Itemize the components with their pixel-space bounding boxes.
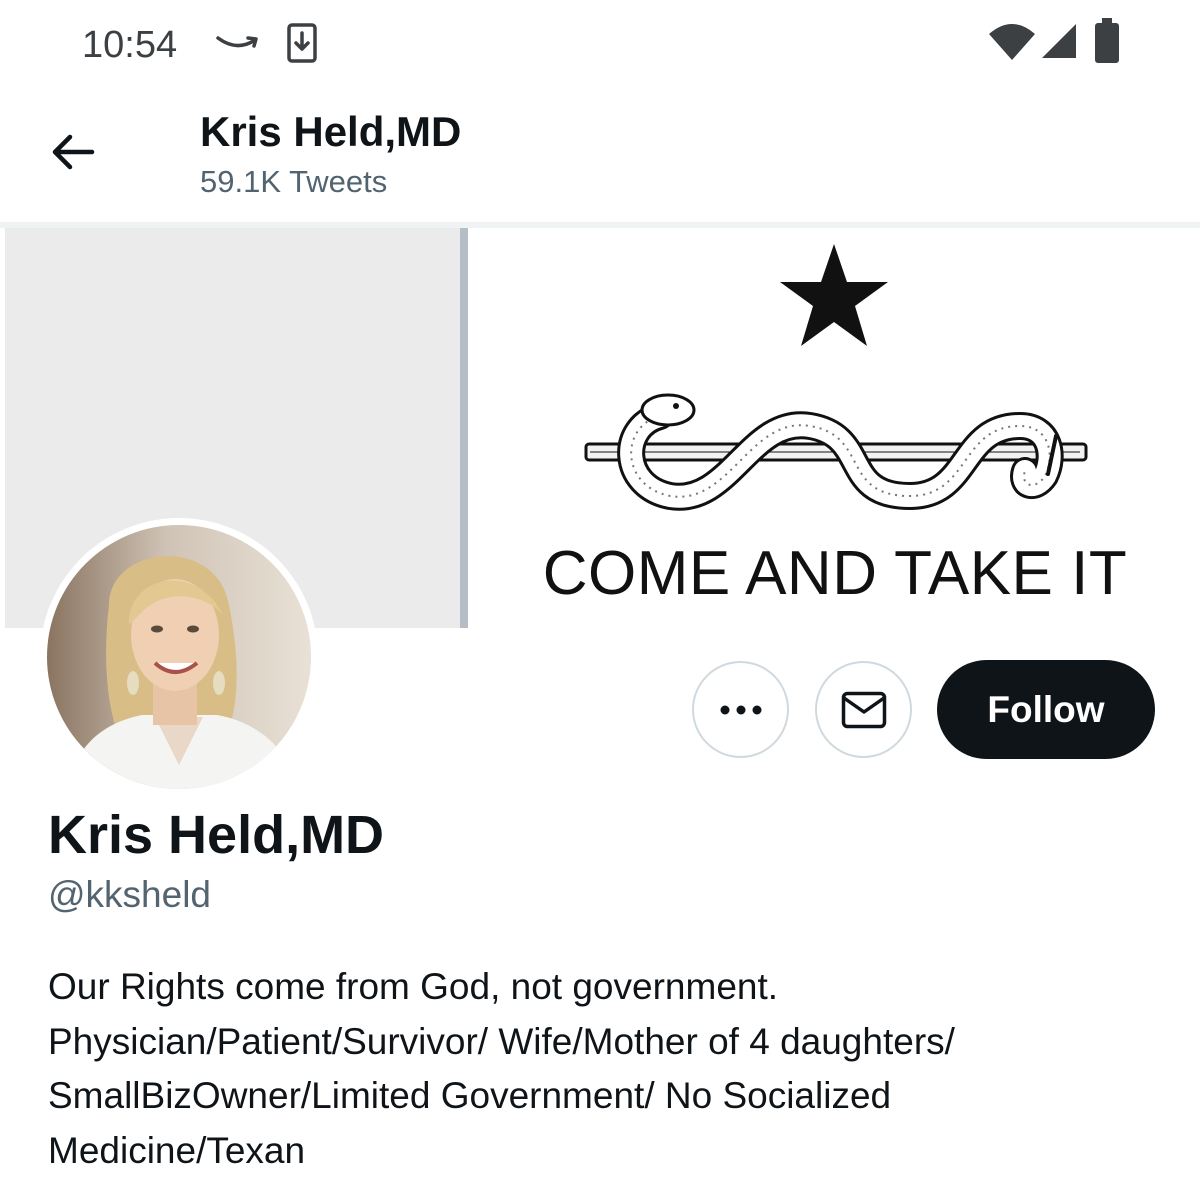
more-options-button[interactable] bbox=[692, 661, 789, 758]
back-arrow-icon bbox=[52, 134, 95, 170]
download-icon bbox=[287, 23, 317, 63]
signal-icon bbox=[1042, 24, 1076, 58]
message-button[interactable] bbox=[815, 661, 912, 758]
status-bar: 10:54 bbox=[0, 0, 1200, 90]
profile-header-bar: Kris Held,MD 59.1K Tweets bbox=[0, 90, 1200, 228]
back-button[interactable] bbox=[46, 124, 102, 180]
snake-staff-icon bbox=[584, 393, 1088, 511]
tweet-count: 59.1K Tweets bbox=[200, 164, 388, 199]
battery-icon bbox=[1095, 18, 1119, 63]
profile-bio: Our Rights come from God, not government… bbox=[48, 960, 1158, 1178]
header-title: Kris Held,MD bbox=[200, 108, 462, 155]
amazon-icon bbox=[216, 36, 258, 48]
profile-name: Kris Held,MD bbox=[48, 805, 385, 865]
bio-line: Medicine/Texan bbox=[48, 1129, 306, 1171]
avatar[interactable] bbox=[40, 518, 318, 796]
status-time: 10:54 bbox=[82, 24, 178, 66]
more-horizontal-icon bbox=[720, 705, 761, 714]
profile-handle: @kksheld bbox=[48, 874, 212, 915]
wifi-icon bbox=[989, 24, 1035, 60]
bio-line: Our Rights come from God, not government… bbox=[48, 966, 779, 1007]
mail-icon bbox=[841, 691, 886, 728]
profile-photo bbox=[47, 525, 311, 789]
star-icon bbox=[780, 244, 888, 346]
follow-button[interactable]: Follow bbox=[937, 660, 1155, 759]
bio-line: SmallBizOwner/Limited Government/ No Soc… bbox=[48, 1075, 892, 1116]
bio-line: Physician/Patient/Survivor/ Wife/Mother … bbox=[48, 1020, 955, 1062]
banner-divider bbox=[460, 228, 468, 628]
banner-motto: COME AND TAKE IT bbox=[542, 539, 1128, 608]
